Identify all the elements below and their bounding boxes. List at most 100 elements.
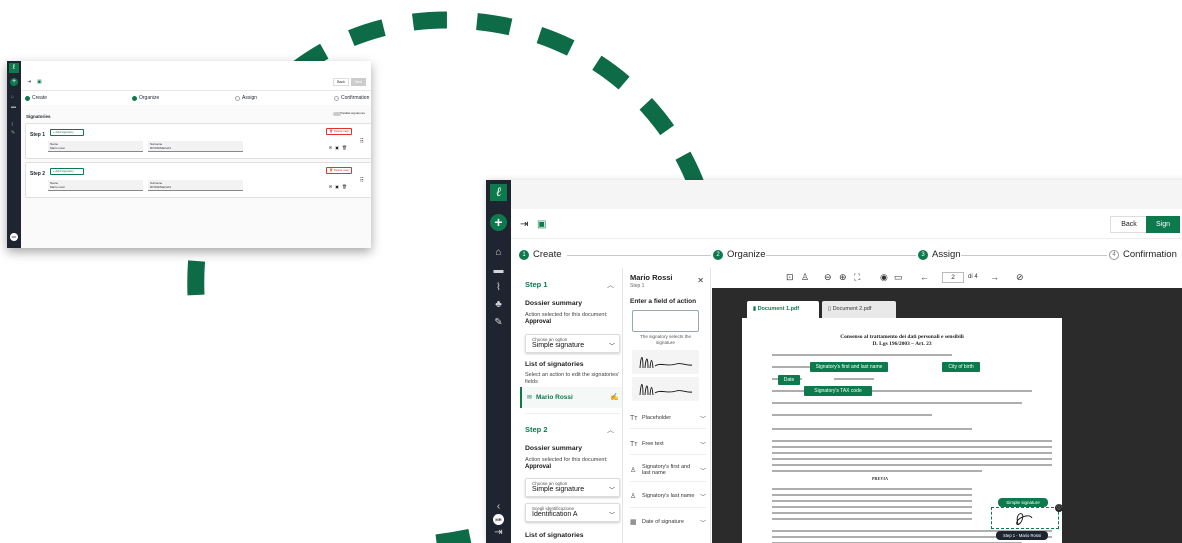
delete-step-button[interactable]: 🗑 Delete step	[326, 128, 352, 135]
row-actions[interactable]: ✉▣🗑	[329, 145, 350, 150]
exit-icon[interactable]: ⇥	[520, 219, 528, 230]
signature-type-select[interactable]: Choose an option Simple signature ﹀	[525, 478, 620, 497]
doc-icon[interactable]: ▣	[537, 219, 546, 230]
sidebar: ℓ + ⌂ ▬ ⌇ ♣ ✎ ‹ MR ⇥	[486, 180, 511, 543]
mail-icon: ✉	[527, 395, 533, 401]
doc-subtitle: D. Lgs 196/2003 – Art. 23	[872, 341, 932, 347]
eye-icon[interactable]: ◉	[880, 272, 888, 283]
chevron-up-icon[interactable]: ︿	[607, 280, 614, 290]
list-of-signatories: List of signatories	[525, 532, 584, 539]
signature-placeholder[interactable]	[991, 507, 1059, 529]
signatory-item[interactable]: ✉ Mario Rossi ✍	[520, 387, 622, 408]
toggle-label: Parallel signatures	[340, 111, 365, 115]
comment-icon[interactable]: ▭	[894, 272, 903, 283]
signer-name: Mario Rossi	[630, 273, 673, 282]
wrench-icon[interactable]: ✎	[492, 317, 505, 329]
close-icon[interactable]: ✕	[697, 276, 704, 285]
new-button[interactable]: +	[490, 214, 507, 231]
stage: ℓ + ⌂ ▬ ⌇ ✎ MR ⇥ ▣ Back Next Create Orga…	[0, 0, 1182, 543]
back-button[interactable]: Back	[333, 78, 349, 86]
step-confirmation[interactable]: 4 Confirmation	[1109, 249, 1177, 260]
action-text: Action selected for this document: Approv…	[525, 457, 608, 470]
zoom-out-icon[interactable]: ⊖	[824, 272, 832, 283]
viewer-canvas: ▮ Document 1.pdf ▯ Document 2.pdf Consen…	[712, 288, 1182, 543]
field-tax-code[interactable]: Signatory's TAX code	[804, 386, 872, 396]
surname-field[interactable]: Surname ROSSI/Mario01	[148, 141, 243, 152]
fit-page-icon[interactable]: ⊡	[786, 272, 794, 283]
arrow-left-icon[interactable]: ←	[920, 272, 929, 282]
new-button[interactable]: +	[10, 78, 18, 86]
signature-type-select[interactable]: Choose an option Simple signature ﹀	[525, 334, 620, 353]
drag-handle-icon[interactable]: ⠿	[360, 177, 364, 184]
tab-document-2[interactable]: ▯ Document 2.pdf	[822, 301, 896, 318]
fullscreen-icon[interactable]: ⛶	[854, 272, 860, 283]
toolbar: ⇥ ▣ Back Sign	[511, 209, 1182, 239]
field-date[interactable]: Date	[778, 375, 800, 385]
next-button[interactable]: Next	[351, 78, 366, 86]
chart-icon[interactable]: ⌇	[492, 282, 505, 294]
delete-step-button[interactable]: 🗑 Delete step	[326, 167, 352, 174]
field-signatory-full-name[interactable]: ♙ Signatory's first and last name ﹀	[630, 463, 706, 477]
stepper: 1 Create 2 Organize 3 Assign 4 Confirmation	[511, 239, 1182, 268]
step-organize[interactable]: 2 Organize	[713, 249, 766, 260]
signature-sample-1[interactable]	[632, 350, 699, 374]
arrow-right-icon[interactable]: →	[990, 272, 999, 282]
page-input[interactable]: 2	[942, 272, 964, 283]
folder-icon[interactable]: ▬	[11, 105, 17, 110]
add-signatory-button[interactable]: + Add signatory	[50, 129, 84, 136]
chart-icon[interactable]: ⌇	[11, 123, 17, 128]
folder-icon[interactable]: ▬	[492, 265, 505, 277]
list-hint: Select an action to edit the signatories…	[525, 372, 619, 385]
step-create[interactable]: 1 Create	[519, 249, 562, 260]
home-icon[interactable]: ⌂	[492, 247, 505, 259]
sign-button[interactable]: Sign	[1146, 216, 1180, 233]
row-actions[interactable]: ✉▣🗑	[329, 184, 350, 189]
document-page: Consenso al trattamento dei dati persona…	[742, 318, 1062, 543]
exit-icon[interactable]: ⇥	[27, 79, 31, 85]
field-date-of-signature[interactable]: ▦ Date of signature ﹀	[630, 515, 706, 529]
name-field[interactable]: Name Mario rossi	[48, 141, 143, 152]
logout-icon[interactable]: ⇥	[492, 527, 505, 539]
field-signatory-last-name[interactable]: ♙ Signatory's last name ﹀	[630, 489, 706, 503]
surname-field[interactable]: Surname ROSSI/Mario01	[148, 180, 243, 191]
signature-drop-box[interactable]	[632, 310, 699, 332]
doc-heading: PREVIA	[872, 476, 889, 481]
field-city-of-birth[interactable]: City of birth	[942, 362, 980, 372]
chevron-up-icon[interactable]: ︿	[607, 425, 614, 435]
hide-signatures-icon[interactable]: ⊘	[1016, 272, 1024, 283]
avatar[interactable]: MR	[493, 514, 504, 525]
step-assign[interactable]: 3 Assign	[918, 249, 961, 260]
back-button[interactable]: Back	[1110, 216, 1148, 233]
chevron-down-icon: ﹀	[699, 468, 706, 475]
step-confirmation: Confirmation	[334, 95, 369, 101]
home-icon[interactable]: ⌂	[11, 95, 17, 100]
field-free-text[interactable]: Tт Free text ﹀	[630, 437, 706, 451]
doc-icon[interactable]: ▣	[37, 79, 42, 85]
info-icon[interactable]: ⓘ	[1055, 504, 1062, 512]
field-signatory-name[interactable]: Signatory's first and last name	[810, 362, 888, 372]
avatar[interactable]: MR	[10, 233, 18, 241]
step2-header[interactable]: Step 2	[525, 425, 548, 434]
tab-document-1[interactable]: ▮ Document 1.pdf	[747, 301, 819, 318]
step1-header[interactable]: Step 1	[525, 280, 548, 289]
org-icon[interactable]: ♣	[492, 299, 505, 311]
steps-panel: Step 1 ︿ Dossier summary Action selected…	[511, 268, 623, 543]
name-field[interactable]: Name Mario rossi	[48, 180, 143, 191]
add-signatory-button[interactable]: + Add signatory	[50, 168, 84, 175]
zoom-in-icon[interactable]: ⊕	[839, 272, 847, 283]
drag-handle-icon[interactable]: ⠿	[360, 138, 364, 145]
signature-sample-2[interactable]	[632, 377, 699, 401]
list-of-signatories: List of signatories	[525, 361, 584, 368]
dossier-summary: Dossier summary	[525, 445, 583, 452]
identification-select[interactable]: Scegli identificazione Identification A …	[525, 503, 620, 522]
wrench-icon[interactable]: ✎	[11, 131, 17, 136]
topbar	[511, 180, 1182, 209]
parallel-toggle[interactable]	[333, 112, 341, 116]
large-app-window: ℓ + ⌂ ▬ ⌇ ♣ ✎ ‹ MR ⇥ ⇥ ▣ Back Sign 1 Crea…	[486, 180, 1182, 543]
simple-signature-badge[interactable]: Simple signature	[998, 498, 1048, 507]
field-placeholder[interactable]: Tт Placeholder ﹀	[630, 411, 706, 425]
signatories-title: Signatories	[26, 114, 51, 119]
collapse-icon[interactable]: ‹	[492, 501, 505, 513]
stamp-icon[interactable]: ♙	[801, 272, 809, 283]
signer-fields-panel: Mario Rossi Step 1 ✕ Enter a field of ac…	[624, 268, 711, 543]
